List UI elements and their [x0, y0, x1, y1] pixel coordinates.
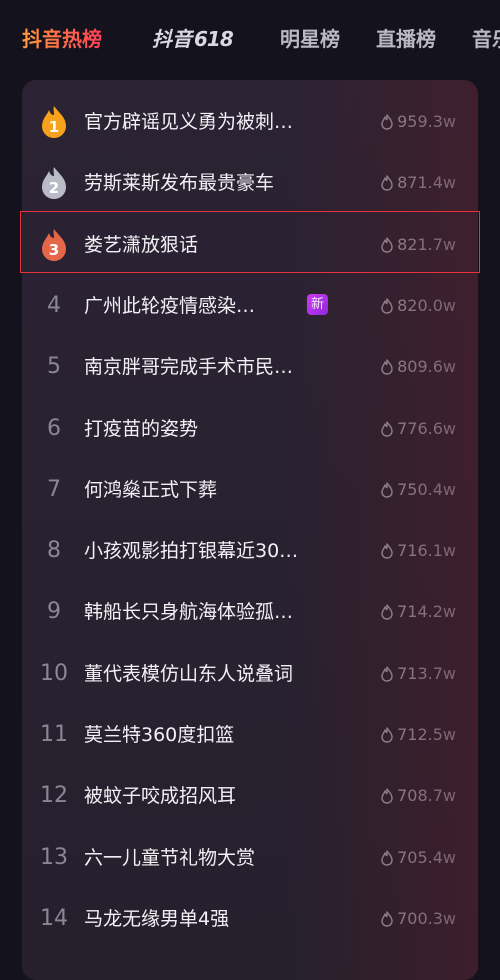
svg-text:2: 2	[49, 179, 59, 197]
hot-list-row[interactable]: 2 劳斯莱斯发布最贵豪车 871.4w	[22, 152, 478, 213]
hot-list-row[interactable]: 4 广州此轮疫情感染… 新 820.0w	[22, 275, 478, 336]
heat-value: 821.7w	[397, 234, 456, 254]
hot-topic-title: 韩船长只身航海体验孤…	[84, 601, 294, 624]
heat-value-group: 705.4w	[380, 841, 456, 875]
heat-value-group: 713.7w	[380, 657, 456, 691]
heat-value: 705.4w	[397, 847, 456, 867]
hot-list-row[interactable]: 3 娄艺潇放狠话 821.7w	[22, 214, 478, 275]
flame-icon	[380, 420, 394, 437]
rank-number: 5	[47, 354, 61, 380]
heat-value-group: 750.4w	[380, 473, 456, 507]
flame-icon	[380, 114, 394, 130]
flame-icon	[380, 298, 394, 314]
hot-topic-title: 南京胖哥完成手术市民…	[84, 356, 294, 379]
tab-star-list[interactable]: 明星榜	[280, 24, 340, 54]
flame-icon	[380, 482, 394, 498]
rank-number: 11	[40, 722, 68, 747]
flame-icon	[380, 543, 394, 559]
hot-list-row[interactable]: 8 小孩观影拍打银幕近30… 716.1w	[22, 520, 478, 581]
svg-text:3: 3	[49, 241, 59, 259]
tab-music-list[interactable]: 音乐	[472, 24, 500, 54]
heat-value: 708.7w	[397, 786, 456, 806]
hot-list-row[interactable]: 9 韩船长只身航海体验孤… 714.2w	[22, 581, 478, 642]
hot-topic-title: 莫兰特360度扣篮	[84, 724, 235, 746]
rank-medal-silver-icon: 2	[36, 166, 72, 200]
hot-topic-title: 小孩观影拍打银幕近30…	[84, 540, 299, 563]
flame-icon	[380, 175, 394, 191]
flame-icon	[380, 911, 394, 927]
heat-value-group: 820.0w	[380, 289, 456, 323]
hot-list-row[interactable]: 10 董代表模仿山东人说叠词 713.7w	[22, 643, 478, 704]
rank-number: 13	[40, 844, 68, 870]
heat-value-group: 712.5w	[380, 718, 456, 752]
flame-icon	[380, 727, 394, 743]
hot-topic-title: 劳斯莱斯发布最贵豪车	[84, 172, 275, 195]
flame-icon	[380, 788, 394, 804]
hot-topic-title: 娄艺潇放狠话	[84, 233, 199, 256]
heat-value: 820.0w	[397, 295, 456, 315]
hot-topic-title: 广州此轮疫情感染…	[84, 294, 256, 317]
hot-list-row[interactable]: 7 何鸿燊正式下葬 750.4w	[22, 459, 478, 520]
hot-list-panel: 1 官方辟谣见义勇为被刺… 959.3w 2 劳斯莱斯发布最贵豪车 871.4w 3 娄艺潇放…	[22, 80, 478, 980]
heat-value-group: 809.6w	[380, 350, 456, 384]
heat-value-group: 821.7w	[380, 228, 456, 262]
hot-topic-title: 打疫苗的姿势	[84, 417, 199, 440]
rank-number: 8	[47, 538, 61, 564]
tab-live-list[interactable]: 直播榜	[376, 24, 436, 54]
hot-list-row[interactable]: 6 打疫苗的姿势 776.6w	[22, 398, 478, 459]
rank-number: 9	[47, 599, 61, 625]
heat-value-group: 708.7w	[380, 779, 456, 813]
heat-value: 809.6w	[397, 357, 456, 377]
heat-value-group: 700.3w	[380, 902, 456, 936]
heat-value: 712.5w	[397, 725, 456, 744]
rank-medal-bronze-icon: 3	[36, 228, 72, 262]
flame-icon	[380, 849, 394, 866]
rank-number: 4	[47, 292, 61, 318]
hot-topic-title: 马龙无缘男单4强	[84, 907, 230, 930]
hot-topic-title: 何鸿燊正式下葬	[84, 478, 218, 501]
heat-value-group: 871.4w	[380, 166, 456, 200]
hot-list-row[interactable]: 14 马龙无缘男单4强 700.3w	[22, 888, 478, 949]
heat-value: 871.4w	[397, 173, 456, 193]
hot-topic-title: 六一儿童节礼物大赏	[84, 846, 256, 869]
rank-number: 6	[47, 415, 61, 441]
hot-list-row[interactable]: 11 莫兰特360度扣篮 712.5w	[22, 704, 478, 765]
douyin-618-logo-text: 抖音	[152, 27, 192, 51]
douyin-618-logo-number: 618	[194, 27, 234, 51]
new-badge: 新	[307, 293, 328, 315]
rank-number: 12	[40, 783, 68, 809]
heat-value-group: 776.6w	[380, 412, 456, 446]
rank-medal-gold-icon: 1	[36, 105, 72, 139]
flame-icon	[380, 236, 394, 253]
hot-topic-title: 董代表模仿山东人说叠词	[84, 662, 294, 685]
svg-text:1: 1	[49, 118, 59, 136]
heat-value: 700.3w	[397, 908, 456, 928]
hot-topic-title: 被蚊子咬成招风耳	[84, 785, 237, 808]
hot-list-tabs: 抖音热榜 抖音618 明星榜 直播榜 音乐	[0, 0, 500, 80]
heat-value: 713.7w	[397, 663, 456, 683]
heat-value-group: 714.2w	[380, 595, 456, 629]
rank-number: 14	[40, 905, 68, 931]
flame-icon	[380, 359, 394, 375]
hot-list-row[interactable]: 5 南京胖哥完成手术市民… 809.6w	[22, 336, 478, 397]
hot-list-row[interactable]: 12 被蚊子咬成招风耳 708.7w	[22, 765, 478, 826]
heat-value: 959.3w	[397, 112, 456, 131]
hot-topic-title: 官方辟谣见义勇为被刺…	[84, 111, 294, 133]
flame-icon	[380, 604, 394, 621]
hot-list-row[interactable]: 1 官方辟谣见义勇为被刺… 959.3w	[22, 91, 478, 152]
heat-value: 714.2w	[397, 602, 456, 622]
heat-value-group: 716.1w	[380, 534, 456, 568]
rank-number: 7	[47, 476, 61, 502]
heat-value: 750.4w	[397, 479, 456, 499]
tab-douyin-hot-list[interactable]: 抖音热榜	[22, 24, 102, 54]
heat-value-group: 959.3w	[380, 105, 456, 139]
rank-number: 10	[40, 660, 68, 686]
hot-list-row[interactable]: 13 六一儿童节礼物大赏 705.4w	[22, 827, 478, 888]
heat-value: 776.6w	[397, 418, 456, 438]
flame-icon	[380, 665, 394, 682]
tab-douyin-618[interactable]: 抖音 618	[152, 24, 234, 54]
heat-value: 716.1w	[397, 541, 456, 561]
